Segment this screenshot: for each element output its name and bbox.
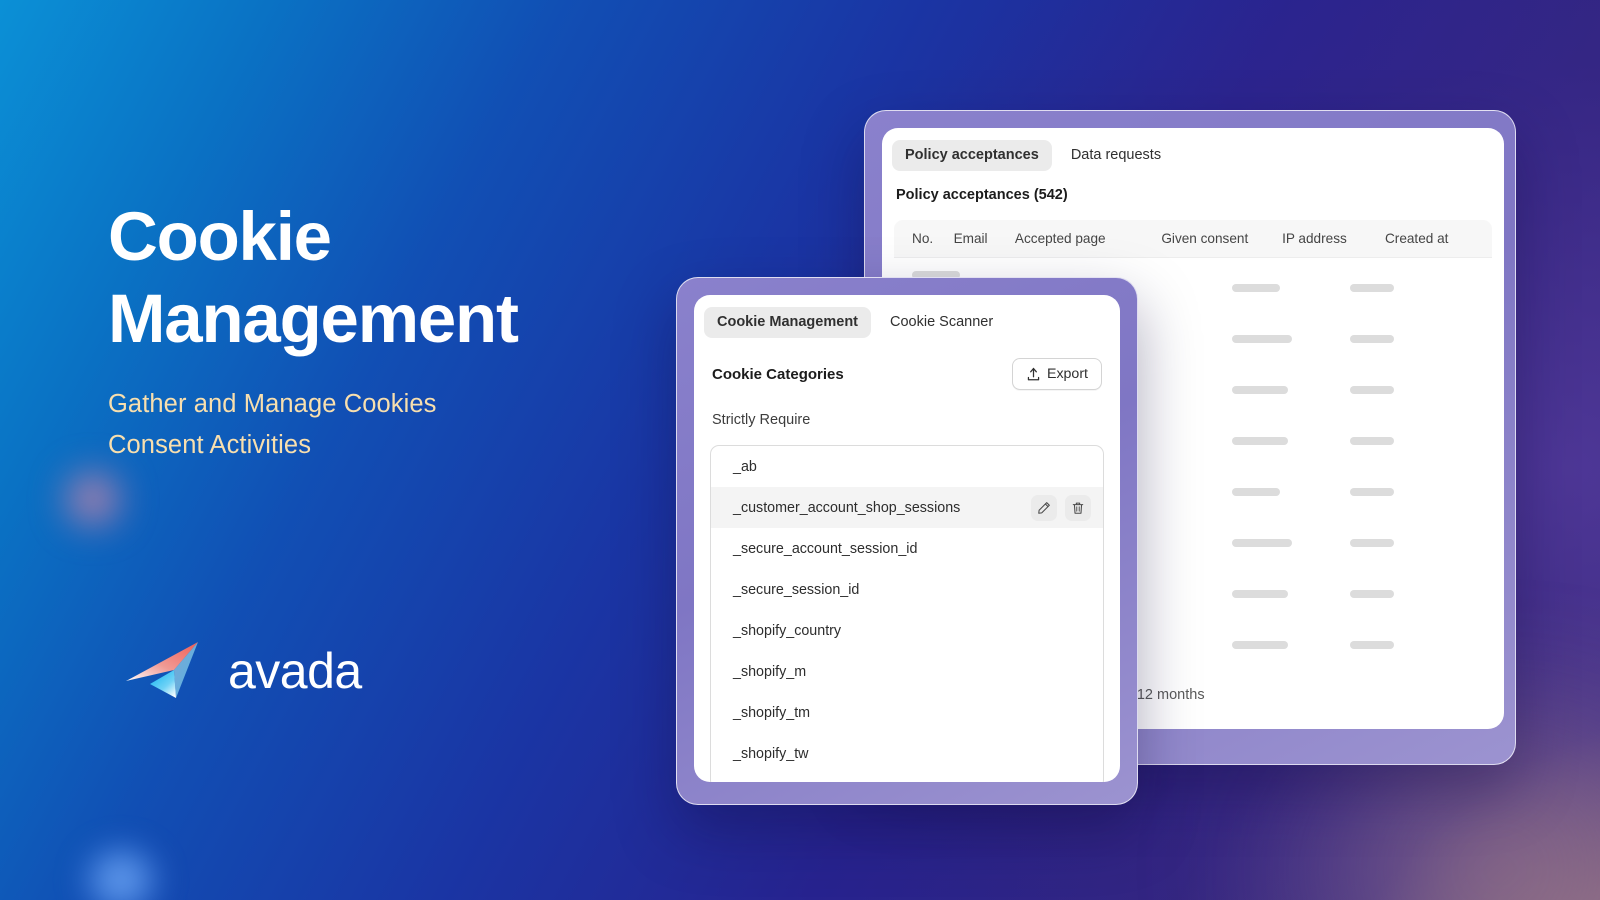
cookie-name: _secure_account_session_id xyxy=(733,540,918,557)
retention-footnote: r 12 months xyxy=(1128,687,1205,703)
tab-policy-acceptances[interactable]: Policy acceptances xyxy=(892,140,1052,172)
row-action-group xyxy=(1031,494,1091,521)
column-header-no: No. xyxy=(912,231,934,247)
brand-logo: avada xyxy=(124,640,362,702)
cookie-list: _ab _customer_account_shop_sessions _sec… xyxy=(710,445,1104,782)
policy-acceptances-heading: Policy acceptances (542) xyxy=(896,187,1068,204)
hero-text-block: Cookie Management Gather and Manage Cook… xyxy=(108,196,628,466)
brand-name: avada xyxy=(228,643,362,699)
cookie-name: _shopify_country xyxy=(733,622,842,639)
column-header-email: Email xyxy=(953,231,988,247)
cookie-name: _shopify_m xyxy=(733,663,807,680)
cookie-categories-title: Cookie Categories xyxy=(712,365,844,383)
front-panel-tabbar: Cookie Management Cookie Scanner xyxy=(694,295,1120,342)
cookie-categories-header: Cookie Categories Export xyxy=(694,358,1120,391)
blue-blob-decoration xyxy=(82,845,160,900)
pink-blob-decoration xyxy=(64,470,122,528)
avada-paper-plane-logo-icon xyxy=(126,642,198,698)
column-header-created-at: Created at xyxy=(1384,231,1449,247)
back-panel-tabbar: Policy acceptances Data requests xyxy=(882,128,1504,175)
cookie-name: _customer_account_shop_sessions xyxy=(733,499,961,516)
cookie-name: _secure_session_id xyxy=(733,581,860,598)
list-item[interactable]: _secure_session_id xyxy=(711,569,1103,610)
cookie-management-panel: Cookie Management Cookie Scanner Cookie … xyxy=(694,295,1120,782)
cookie-group-label: Strictly Require xyxy=(712,412,811,429)
delete-button[interactable] xyxy=(1065,494,1091,521)
list-item[interactable]: _ab xyxy=(711,446,1103,487)
list-item[interactable]: _shopify_tm xyxy=(711,692,1103,733)
cookie-name: _ab xyxy=(733,458,757,475)
tab-cookie-management[interactable]: Cookie Management xyxy=(704,307,871,339)
edit-button[interactable] xyxy=(1031,494,1057,521)
list-item[interactable]: _customer_account_shop_sessions xyxy=(711,487,1103,529)
tab-data-requests[interactable]: Data requests xyxy=(1058,140,1174,171)
list-item[interactable]: _shopify_country xyxy=(711,610,1103,651)
column-header-ip-address: IP address xyxy=(1282,231,1347,247)
page-title: Cookie Management xyxy=(108,198,519,357)
column-header-accepted-page: Accepted page xyxy=(1014,231,1106,247)
export-button[interactable]: Export xyxy=(1011,358,1102,391)
list-item[interactable]: _shopify_tw xyxy=(711,733,1103,774)
list-item[interactable]: _secure_account_session_id xyxy=(711,528,1103,569)
export-button-label: Export xyxy=(1046,366,1088,383)
page-subtitle: Gather and Manage Cookies Consent Activi… xyxy=(108,390,437,459)
edit-pencil-icon xyxy=(1038,502,1050,514)
column-header-given-consent: Given consent xyxy=(1161,231,1249,247)
cookie-name: _shopify_tm xyxy=(733,704,811,721)
tab-cookie-scanner[interactable]: Cookie Scanner xyxy=(877,307,1006,338)
upload-icon xyxy=(1027,367,1040,381)
list-item[interactable]: _shopify_m xyxy=(711,651,1103,692)
trash-icon xyxy=(1072,502,1084,514)
cookie-name: _shopify_tw xyxy=(733,745,809,762)
table-header-row: No. Email Accepted page Given consent IP… xyxy=(894,220,1492,259)
